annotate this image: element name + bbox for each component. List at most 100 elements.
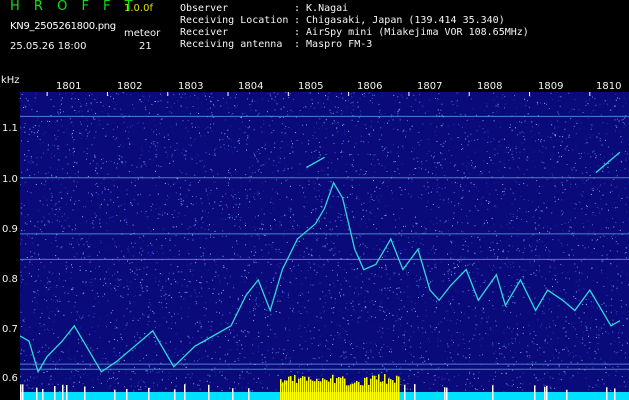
noise-speck [467,156,469,158]
noise-speck [80,103,81,105]
noise-speck [488,203,489,205]
noise-speck [462,248,464,250]
noise-speck [343,269,345,271]
noise-speck [540,305,542,307]
noise-speck [80,376,82,378]
noise-speck [180,203,182,205]
noise-speck [105,326,107,328]
noise-speck [39,317,41,319]
noise-speck [87,132,89,134]
noise-speck [609,250,611,252]
noise-speck [51,208,53,210]
noise-speck [105,365,106,367]
noise-speck [248,373,250,374]
noise-speck [145,211,147,212]
noise-speck [172,390,174,392]
noise-speck [367,291,369,293]
noise-speck [51,157,53,159]
noise-speck [435,299,437,301]
noise-speck [434,311,436,313]
noise-speck [554,274,556,276]
noise-speck [619,98,621,100]
noise-speck [155,96,156,98]
noise-speck [170,106,172,108]
noise-speck [75,224,76,226]
noise-speck [341,143,343,145]
noise-speck [244,270,246,272]
noise-speck [219,361,221,363]
noise-speck [212,117,214,118]
noise-speck [142,381,144,383]
noise-speck [494,230,496,232]
noise-speck [402,145,404,147]
noise-speck [173,94,175,96]
noise-speck [461,196,463,198]
noise-speck [181,279,183,281]
noise-speck [273,92,275,94]
noise-speck [258,332,260,334]
noise-speck [434,266,435,268]
noise-speck [264,148,266,150]
noise-speck [302,293,304,295]
noise-speck [83,244,85,245]
noise-speck [43,216,45,218]
noise-speck [495,189,497,191]
noise-speck [478,261,479,263]
noise-speck [315,274,317,276]
noise-speck [322,245,324,247]
noise-speck [591,251,593,253]
noise-speck [49,188,51,190]
noise-speck [131,242,132,244]
noise-speck [587,220,589,222]
noise-speck [342,222,344,224]
noise-speck [255,251,257,253]
noise-speck [253,262,254,264]
noise-speck [20,207,22,209]
noise-speck [511,357,513,359]
noise-speck [578,244,580,246]
noise-speck [275,248,277,250]
noise-speck [494,205,496,207]
noise-speck [330,234,332,236]
noise-speck [267,349,269,351]
noise-speck [215,302,217,304]
noise-speck [617,243,619,245]
noise-speck [145,216,147,218]
noise-speck [331,162,333,164]
noise-speck [279,300,281,302]
noise-speck [258,238,260,240]
noise-speck [123,360,125,361]
noise-speck [43,324,45,326]
noise-speck [74,161,76,163]
noise-speck [376,345,377,347]
noise-speck [434,375,436,377]
noise-speck [247,332,249,334]
noise-speck [373,179,374,181]
noise-speck [620,136,622,138]
noise-speck [24,266,26,268]
noise-speck [586,206,588,207]
noise-speck [437,337,439,339]
noise-speck [307,270,309,272]
noise-speck [321,365,323,367]
noise-speck [37,351,39,353]
noise-speck [457,137,459,138]
noise-speck [475,268,477,270]
noise-speck [375,343,377,345]
noise-speck [548,308,550,310]
noise-speck [605,305,607,307]
noise-speck [130,281,132,283]
noise-speck [219,139,221,141]
noise-speck [514,285,516,287]
noise-speck [523,132,525,134]
noise-speck [543,298,545,300]
noise-speck [32,387,34,389]
noise-speck [67,217,69,219]
noise-speck [570,219,572,221]
noise-speck [443,142,445,144]
noise-speck [425,309,427,311]
noise-speck [468,140,470,142]
noise-speck [193,360,195,362]
noise-speck [476,389,478,391]
noise-speck [392,361,394,363]
